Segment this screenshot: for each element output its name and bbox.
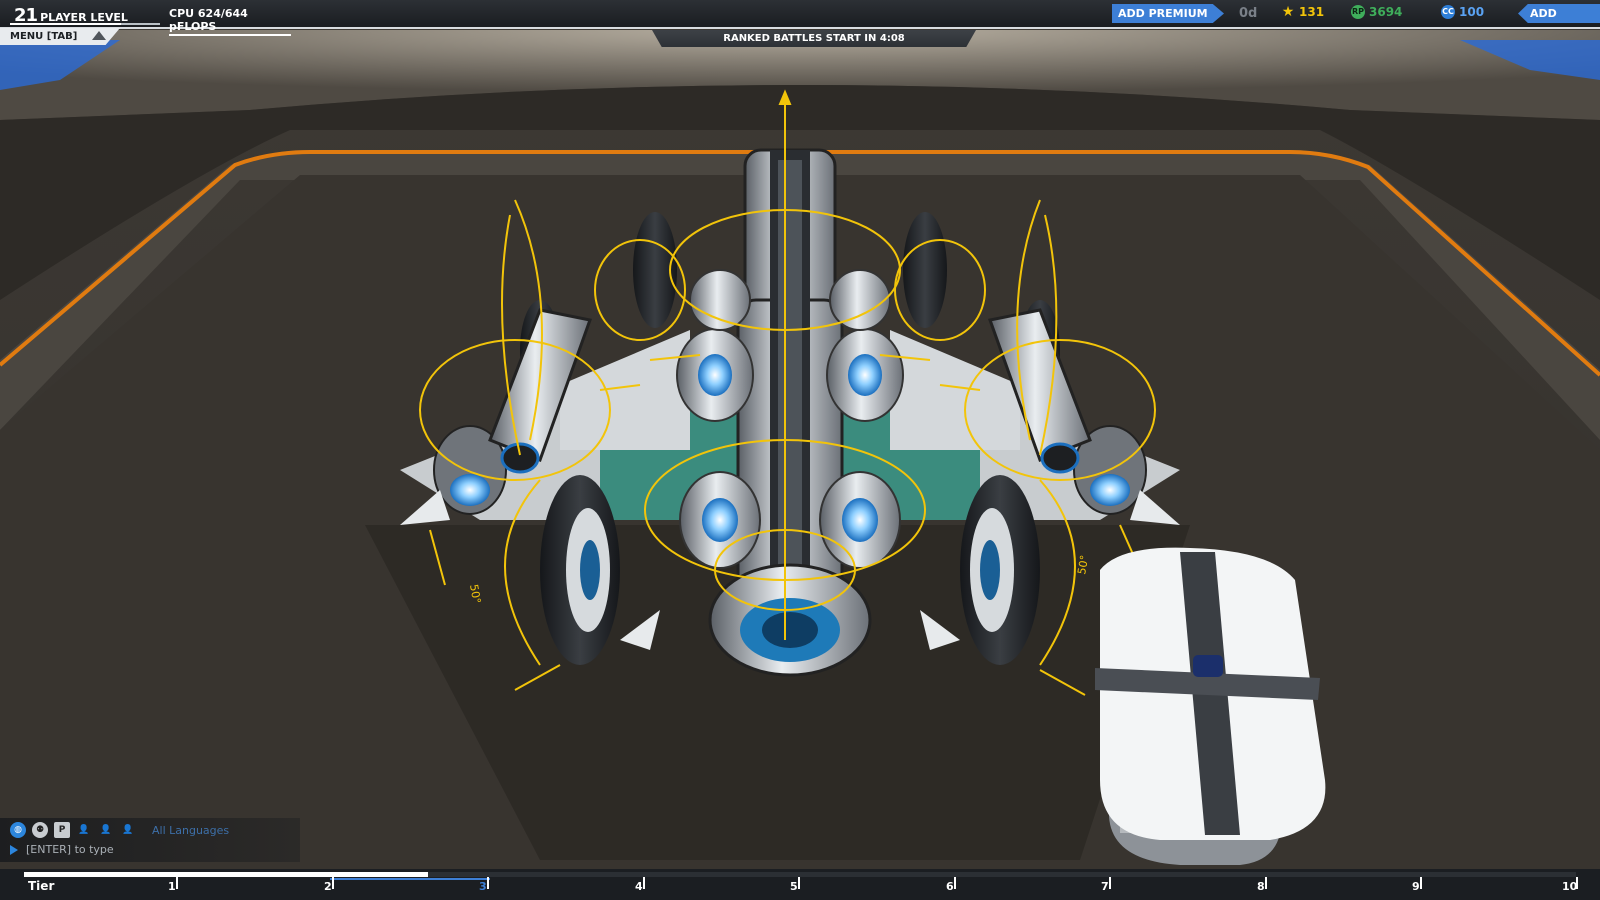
tier-tick xyxy=(176,877,178,889)
chat-send-icon xyxy=(10,844,18,855)
tier-tick xyxy=(1265,877,1267,889)
level-progress-bar xyxy=(10,23,160,25)
chat-language-filter[interactable]: All Languages xyxy=(152,824,229,837)
add-funds-button[interactable]: ADD FUNDS xyxy=(1518,4,1600,23)
tier-mark-4: 4 xyxy=(635,880,643,893)
cosmetic-credits-currency: CC 100 xyxy=(1441,5,1484,19)
tier-tick xyxy=(798,877,800,889)
chat-input-hint: [ENTER] to type xyxy=(26,843,114,856)
tier-label: Tier xyxy=(28,879,55,893)
party-icon[interactable]: P xyxy=(54,822,70,838)
top-bar: 21 PLAYER LEVEL CPU 624/644 pFLOPS ADD P… xyxy=(0,0,1600,36)
tier-tick xyxy=(1576,877,1578,889)
add-premium-button[interactable]: ADD PREMIUM xyxy=(1112,4,1224,23)
cpu-readout: CPU 624/644 pFLOPS xyxy=(169,7,291,36)
tier-mark-5: 5 xyxy=(790,880,798,893)
friend-1-icon[interactable]: 👤 xyxy=(76,822,92,838)
cc-icon: CC xyxy=(1441,5,1455,19)
friend-3-icon[interactable]: 👤 xyxy=(120,822,136,838)
friend-2-icon[interactable]: 👤 xyxy=(98,822,114,838)
cc-value: 100 xyxy=(1459,5,1485,19)
tier-progress-fill xyxy=(24,872,428,877)
tier-tick xyxy=(1109,877,1111,889)
player-level[interactable]: 21 PLAYER LEVEL xyxy=(14,3,128,25)
tier-mark-7: 7 xyxy=(1101,880,1109,893)
tier-mark-2: 2 xyxy=(324,880,332,893)
robits-value: 3694 xyxy=(1369,5,1403,19)
tier-mark-3: 3 xyxy=(479,880,487,893)
tier-tick xyxy=(954,877,956,889)
tier-tick xyxy=(332,877,334,889)
robits-currency: RP 3694 xyxy=(1351,5,1402,19)
level-progress-fill xyxy=(10,23,121,25)
chat-input[interactable]: [ENTER] to type xyxy=(10,843,114,856)
tier-mark-9: 9 xyxy=(1412,880,1420,893)
menu-arrow-icon xyxy=(92,31,106,40)
stars-currency: ★ 131 xyxy=(1281,5,1324,19)
premium-days: 0d xyxy=(1239,6,1258,21)
globe-icon[interactable]: ◍ xyxy=(10,822,26,838)
chat-panel: ◍ ⚉ P 👤 👤 👤 All Languages [ENTER] to typ… xyxy=(0,818,300,862)
tier-tick xyxy=(1420,877,1422,889)
robits-icon: RP xyxy=(1351,5,1365,19)
tier-mark-1: 1 xyxy=(168,880,176,893)
ranked-battles-notice: RANKED BATTLES START IN 4:08 xyxy=(652,30,976,47)
tier-tick xyxy=(487,877,489,889)
garage-scene: 50° 50° xyxy=(0,0,1600,900)
tier-mark-8: 8 xyxy=(1257,880,1265,893)
star-icon: ★ xyxy=(1281,4,1295,20)
tier-active-underline xyxy=(330,878,490,880)
tier-mark-6: 6 xyxy=(946,880,954,893)
clan-icon[interactable]: ⚉ xyxy=(32,822,48,838)
stars-value: 131 xyxy=(1299,5,1325,19)
mouse-control-hint-icon xyxy=(1095,547,1326,865)
tier-tick xyxy=(643,877,645,889)
